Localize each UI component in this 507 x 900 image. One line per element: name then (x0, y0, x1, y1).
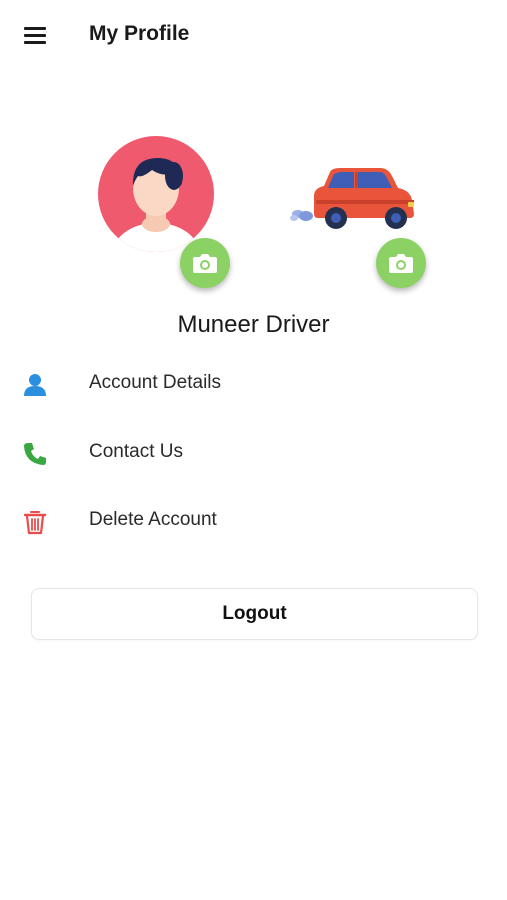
profile-name: Muneer Driver (177, 311, 330, 338)
app-bar: My Profile (0, 0, 507, 72)
trash-icon (23, 511, 47, 535)
person-icon (24, 374, 46, 396)
car-illustration (290, 168, 414, 229)
avatar-camera-button[interactable] (180, 238, 230, 288)
page-title: My Profile (89, 22, 190, 45)
menu-item-delete-account[interactable]: Delete Account (0, 493, 507, 549)
vehicle-image (284, 156, 420, 240)
avatar-illustration (98, 136, 214, 252)
menu-item-label: Delete Account (89, 509, 217, 530)
hamburger-menu-icon[interactable] (22, 24, 48, 46)
menu-item-account-details[interactable]: Account Details (0, 356, 507, 412)
menu-item-contact-us[interactable]: Contact Us (0, 425, 507, 481)
profile-avatar (98, 136, 214, 252)
menu-item-label: Account Details (89, 372, 222, 393)
logout-button[interactable]: Logout (31, 588, 478, 640)
camera-icon (389, 254, 413, 273)
phone-icon (24, 443, 46, 465)
menu-item-label: Contact Us (89, 441, 183, 462)
vehicle-camera-button[interactable] (376, 238, 426, 288)
camera-icon (193, 254, 217, 273)
